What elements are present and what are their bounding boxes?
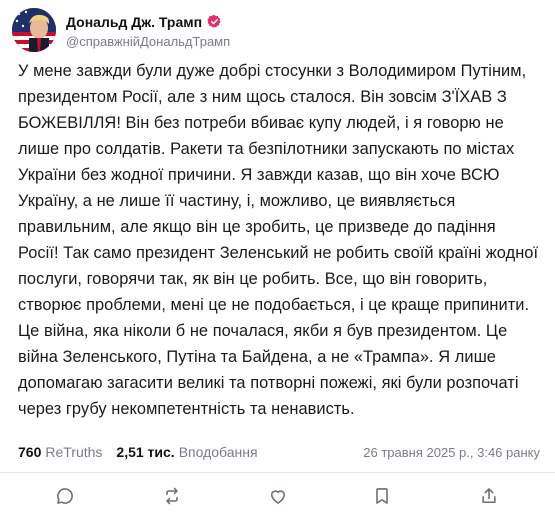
- author-display-name[interactable]: Дональд Дж. Трамп: [66, 14, 202, 30]
- bookmark-button[interactable]: [370, 484, 394, 508]
- author-identity: Дональд Дж. Трамп @справжнійДональдТрамп: [66, 12, 230, 49]
- post-text: У мене завжди були дуже добрі стосунки з…: [18, 62, 539, 418]
- action-bar: [0, 478, 555, 514]
- post-header: Дональд Дж. Трамп @справжнійДональдТрамп: [12, 8, 230, 52]
- reply-button[interactable]: [53, 484, 77, 508]
- retruths-count[interactable]: 760: [18, 444, 41, 460]
- retruths-label[interactable]: ReTruths: [45, 444, 102, 460]
- share-icon: [482, 488, 496, 504]
- truth-post: Дональд Дж. Трамп @справжнійДональдТрамп…: [0, 0, 555, 520]
- bookmark-icon: [376, 488, 388, 504]
- avatar-image: [12, 8, 56, 52]
- reply-icon: [57, 488, 73, 504]
- likes-count[interactable]: 2,51 тис.: [116, 444, 174, 460]
- name-row: Дональд Дж. Трамп: [66, 12, 230, 32]
- author-handle[interactable]: @справжнійДональдТрамп: [66, 34, 230, 49]
- verified-badge-icon: [207, 14, 222, 29]
- retruth-button[interactable]: [160, 484, 184, 508]
- post-timestamp[interactable]: 26 травня 2025 р., 3:46 ранку: [363, 445, 540, 460]
- likes-label[interactable]: Вподобання: [179, 444, 258, 460]
- like-icon: [270, 490, 286, 504]
- like-button[interactable]: [266, 484, 290, 508]
- share-button[interactable]: [477, 484, 501, 508]
- avatar[interactable]: [12, 8, 56, 52]
- post-stats: 760 ReTruths 2,51 тис. Вподобання 26 тра…: [18, 444, 540, 460]
- retruth-icon: [166, 487, 178, 505]
- divider: [0, 472, 555, 473]
